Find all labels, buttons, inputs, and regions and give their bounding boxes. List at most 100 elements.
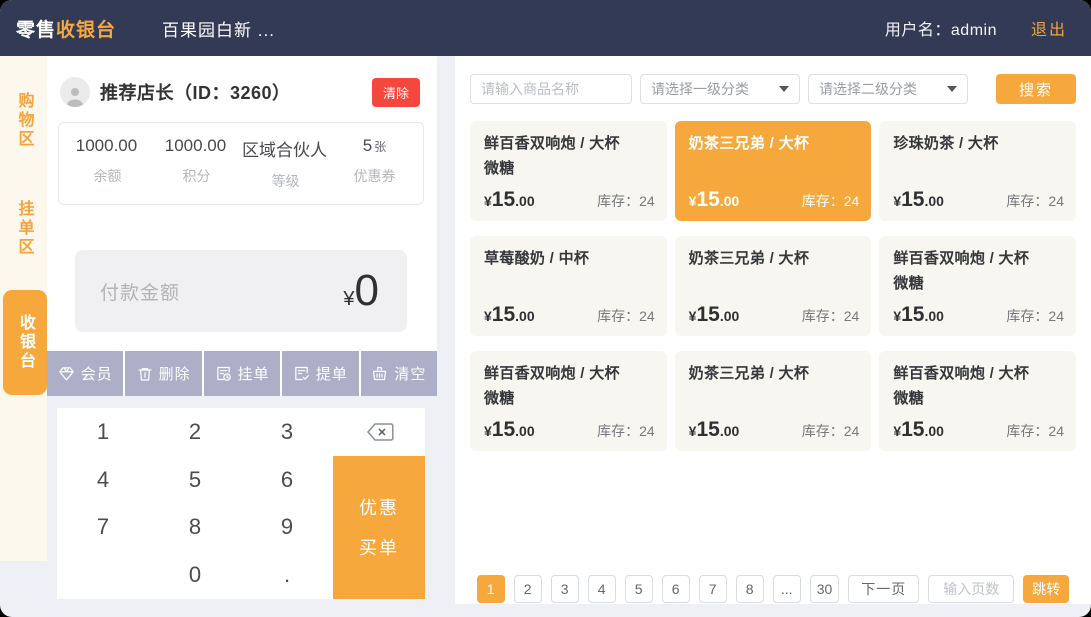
search-button[interactable]: 搜索 <box>996 74 1076 104</box>
stat-balance: 1000.00 余额 <box>63 136 152 191</box>
page-number-input[interactable] <box>928 575 1014 603</box>
numpad-key-4[interactable]: 4 <box>57 456 149 504</box>
product-name: 奶茶三兄弟 / 大杯 <box>689 247 858 272</box>
clear-member-button[interactable]: 清除 <box>372 78 420 107</box>
numpad-key-5[interactable]: 5 <box>149 456 241 504</box>
app-logo: 零售收银台 <box>16 15 116 42</box>
page-button-ellipsis[interactable]: ... <box>773 575 801 603</box>
product-stock: 库存：24 <box>1006 306 1064 326</box>
category1-select[interactable]: 请选择一级分类 <box>640 74 800 104</box>
person-icon <box>63 83 87 107</box>
sidebar-tab-cashier[interactable]: 收银台 <box>3 290 47 395</box>
product-stock: 库存：24 <box>802 421 860 441</box>
page-button-2[interactable]: 2 <box>514 575 542 603</box>
page-button-3[interactable]: 3 <box>551 575 579 603</box>
pickup-order-button[interactable]: 提单 <box>282 351 358 396</box>
sidebar: 购物区 挂单区 收银台 <box>0 56 47 604</box>
page-button-4[interactable]: 4 <box>588 575 616 603</box>
product-name: 鲜百香双响炮 / 大杯微糖 <box>484 362 653 412</box>
numpad-key-3[interactable]: 3 <box>241 408 333 456</box>
backspace-icon <box>364 421 394 443</box>
product-stock: 库存：24 <box>597 421 655 441</box>
sidebar-tab-shopping[interactable]: 购物区 <box>12 56 36 149</box>
chevron-down-icon <box>779 86 789 92</box>
numpad-key-2[interactable]: 2 <box>149 408 241 456</box>
product-stock: 库存：24 <box>597 306 655 326</box>
next-page-button[interactable]: 下一页 <box>848 575 919 603</box>
product-price: ¥15.00 <box>689 303 740 327</box>
numpad-key-8[interactable]: 8 <box>149 504 241 552</box>
product-card[interactable]: 珍珠奶茶 / 大杯 ¥15.00 库存：24 <box>879 121 1076 221</box>
product-card[interactable]: 鲜百香双响炮 / 大杯微糖 ¥15.00 库存：24 <box>879 351 1076 451</box>
member-row: 推荐店长（ID：3260） 清除 <box>47 56 437 108</box>
pickup-order-icon <box>293 365 310 382</box>
product-name: 鲜百香双响炮 / 大杯微糖 <box>893 362 1062 412</box>
product-card[interactable]: 奶茶三兄弟 / 大杯 ¥15.00 库存：24 <box>675 351 872 451</box>
numpad: 1 2 3 4 5 6 7 8 9 0 . 优惠 买单 <box>57 408 425 599</box>
gem-icon <box>58 365 75 382</box>
product-card[interactable]: 奶茶三兄弟 / 大杯 ¥15.00 库存：24 <box>675 236 872 336</box>
stat-points: 1000.00 积分 <box>152 136 241 191</box>
stat-level: 区域合伙人 等级 <box>241 136 330 191</box>
product-card-selected[interactable]: 奶茶三兄弟 / 大杯 ¥15.00 库存：24 <box>675 121 872 221</box>
store-name: 百果园白新 ... <box>162 16 275 41</box>
page-button-8[interactable]: 8 <box>736 575 764 603</box>
clear-cart-button[interactable]: 清空 <box>361 351 437 396</box>
product-name: 珍珠奶茶 / 大杯 <box>893 132 1062 157</box>
chevron-down-icon <box>947 86 957 92</box>
page-button-5[interactable]: 5 <box>625 575 653 603</box>
payment-placeholder: 付款金额 <box>75 278 180 305</box>
product-card[interactable]: 鲜百香双响炮 / 大杯微糖 ¥15.00 库存：24 <box>470 121 667 221</box>
sidebar-tab-held-orders[interactable]: 挂单区 <box>12 199 36 257</box>
numpad-key-9[interactable]: 9 <box>241 504 333 552</box>
discount-pay-button[interactable]: 优惠 买单 <box>333 456 425 599</box>
product-panel: 请选择一级分类 请选择二级分类 搜索 鲜百香双响炮 / 大杯微糖 ¥15.00 … <box>455 56 1091 604</box>
currency-symbol: ¥ <box>343 288 354 311</box>
username-label: 用户名：admin <box>885 16 997 40</box>
hold-order-button[interactable]: 挂单 <box>204 351 280 396</box>
product-price: ¥15.00 <box>893 418 944 442</box>
product-name: 鲜百香双响炮 / 大杯微糖 <box>893 247 1062 297</box>
page-button-1[interactable]: 1 <box>477 575 505 603</box>
member-name: 推荐店长（ID：3260） <box>100 79 291 105</box>
numpad-key-0[interactable]: 0 <box>149 551 241 599</box>
product-name: 奶茶三兄弟 / 大杯 <box>689 362 858 387</box>
product-price: ¥15.00 <box>893 303 944 327</box>
product-card[interactable]: 鲜百香双响炮 / 大杯微糖 ¥15.00 库存：24 <box>470 351 667 451</box>
stat-coupons: 5张 优惠券 <box>330 136 419 191</box>
product-name-input[interactable] <box>470 74 632 104</box>
member-stats-card: 1000.00 余额 1000.00 积分 区域合伙人 等级 5张 优惠券 <box>58 122 424 205</box>
product-card[interactable]: 鲜百香双响炮 / 大杯微糖 ¥15.00 库存：24 <box>879 236 1076 336</box>
search-bar: 请选择一级分类 请选择二级分类 搜索 <box>470 74 1076 104</box>
numpad-key-7[interactable]: 7 <box>57 504 149 552</box>
delete-button[interactable]: 删除 <box>125 351 201 396</box>
jump-button[interactable]: 跳转 <box>1023 575 1069 603</box>
product-name: 奶茶三兄弟 / 大杯 <box>689 132 858 157</box>
category2-select[interactable]: 请选择二级分类 <box>808 74 968 104</box>
product-stock: 库存：24 <box>802 306 860 326</box>
product-price: ¥15.00 <box>689 188 740 212</box>
page-button-6[interactable]: 6 <box>662 575 690 603</box>
product-price: ¥15.00 <box>484 188 535 212</box>
numpad-key-6[interactable]: 6 <box>241 456 333 504</box>
product-price: ¥15.00 <box>484 418 535 442</box>
numpad-key-dot[interactable]: . <box>241 551 333 599</box>
logout-button[interactable]: 退出 <box>1031 16 1067 40</box>
product-price: ¥15.00 <box>484 303 535 327</box>
payment-amount-field[interactable]: 付款金额 ¥0 <box>75 250 407 332</box>
checkout-panel: 推荐店长（ID：3260） 清除 1000.00 余额 1000.00 积分 区… <box>47 56 437 604</box>
member-button[interactable]: 会员 <box>47 351 123 396</box>
action-bar: 会员 删除 挂单 提单 <box>47 351 437 396</box>
product-price: ¥15.00 <box>893 188 944 212</box>
page-button-30[interactable]: 30 <box>810 575 840 603</box>
product-card[interactable]: 草莓酸奶 / 中杯 ¥15.00 库存：24 <box>470 236 667 336</box>
numpad-key-1[interactable]: 1 <box>57 408 149 456</box>
payment-amount: ¥0 <box>343 269 407 313</box>
sidebar-background: 购物区 挂单区 收银台 <box>0 56 47 561</box>
product-stock: 库存：24 <box>1006 191 1064 211</box>
page-button-7[interactable]: 7 <box>699 575 727 603</box>
brand-prefix: 零售 <box>16 20 56 41</box>
hold-order-icon <box>215 365 232 382</box>
backspace-key[interactable] <box>333 408 425 456</box>
pos-window: 零售收银台 百果园白新 ... 用户名：admin 退出 购物区 挂单区 收银台… <box>0 0 1091 617</box>
